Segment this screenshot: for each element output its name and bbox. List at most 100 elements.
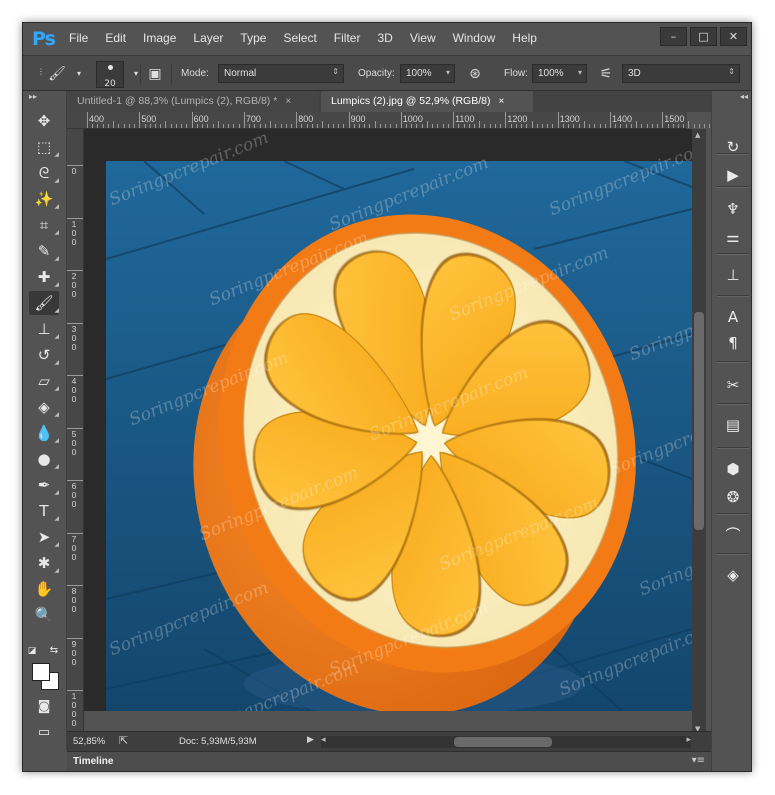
menu-select[interactable]: Select — [283, 31, 316, 45]
menu-window[interactable]: Window — [453, 31, 496, 45]
flow-dropdown-icon[interactable]: ▾ — [578, 68, 582, 77]
menu-view[interactable]: View — [410, 31, 436, 45]
menu-type[interactable]: Type — [240, 31, 266, 45]
divider — [171, 64, 172, 84]
ruler-tick — [67, 532, 83, 534]
lasso-tool-icon[interactable]: ᘓ ◢ — [29, 161, 59, 185]
quick-mask-icon[interactable]: ◙ — [29, 695, 59, 719]
blur-tool-icon[interactable]: 💧 ◢ — [29, 421, 59, 445]
healing-brush-tool-icon[interactable]: ✚ ◢ — [29, 265, 59, 289]
adjustments-panel-icon[interactable]: ⚌ — [721, 225, 745, 249]
document-canvas[interactable]: Soringpcrepair.com Soringpcrepair.com Sori… — [84, 129, 692, 711]
expand-panels-icon[interactable]: ◂◂ — [740, 92, 748, 101]
ruler-minor-tick — [500, 124, 502, 128]
paragraph-panel-icon[interactable]: ¶ — [721, 331, 745, 355]
horizontal-scrollbar[interactable]: ◂ ▸ — [321, 735, 691, 748]
channels-panel-icon[interactable]: ❂ — [721, 485, 745, 509]
actions-panel-icon[interactable]: ▶ — [721, 163, 745, 187]
menu-filter[interactable]: Filter — [334, 31, 361, 45]
tab-close-icon[interactable]: × — [498, 96, 504, 107]
menu-edit[interactable]: Edit — [105, 31, 126, 45]
menu-file[interactable]: File — [69, 31, 88, 45]
ruler-tick — [67, 585, 83, 586]
maximize-button[interactable]: □ — [690, 27, 717, 46]
foreground-color-swatch[interactable] — [32, 663, 50, 681]
paths-panel-icon[interactable]: ⌒ — [721, 523, 745, 547]
tab-close-icon[interactable]: × — [285, 96, 291, 107]
scroll-up-icon[interactable]: ▲ — [695, 131, 700, 139]
ruler-minor-tick — [698, 124, 700, 128]
crop-tool-icon[interactable]: ⌗ ◢ — [29, 213, 59, 237]
eraser-tool-icon[interactable]: ▱ ◢ — [29, 369, 59, 393]
tab-lumpics[interactable]: Lumpics (2).jpg @ 52,9% (RGB/8) × — [321, 91, 533, 112]
marquee-tool-icon[interactable]: ⬚ ◢ — [29, 135, 59, 159]
3d-panel-icon[interactable]: ⬢ — [721, 457, 745, 481]
ruler-label: 2 0 0 — [71, 271, 77, 299]
ruler-minor-tick — [374, 121, 376, 128]
vertical-ruler[interactable]: 0 1 0 0 2 0 0 3 0 0 4 0 0 5 0 0 6 0 0 7 0 0 8 0 … — [67, 129, 84, 735]
export-icon[interactable]: ⇱ — [119, 734, 128, 747]
vertical-scroll-thumb[interactable] — [694, 312, 704, 530]
brush-size-picker[interactable]: 20 — [96, 61, 124, 89]
menu-3d[interactable]: 3D — [377, 31, 392, 45]
ruler-tick — [557, 112, 559, 128]
brush-presets-panel-icon[interactable]: ♆ — [721, 197, 745, 221]
tools-presets-panel-icon[interactable]: ✂ — [721, 373, 745, 397]
paint-bucket-tool-icon[interactable]: ◈ ◢ — [29, 395, 59, 419]
horizontal-scroll-thumb[interactable] — [454, 737, 552, 747]
brush-panel-toggle-icon[interactable]: ▣ — [145, 64, 165, 84]
ruler-minor-tick — [270, 121, 272, 128]
zoom-tool-icon[interactable]: 🔍 — [29, 603, 59, 627]
scroll-left-icon[interactable]: ◂ — [321, 735, 326, 745]
workspace-select[interactable]: 3D ⇕ — [622, 64, 740, 83]
horizontal-ruler[interactable]: 400 500 600 700 800 900 1000 1100 1200 1300 1400 15… — [67, 112, 711, 129]
opacity-input[interactable]: 100% ▾ — [400, 64, 455, 83]
character-panel-icon[interactable]: A — [721, 305, 745, 329]
timeline-panel[interactable]: Timeline ▾≡ — [67, 751, 711, 771]
flow-input[interactable]: 100% ▾ — [532, 64, 587, 83]
ruler-minor-tick — [154, 124, 156, 128]
brush-tool-icon[interactable]: 🖌 ◢ — [29, 291, 59, 315]
mode-select[interactable]: Normal ⇕ — [218, 64, 344, 83]
type-tool-icon[interactable]: T ◢ — [29, 499, 59, 523]
timeline-label[interactable]: Timeline — [73, 756, 113, 767]
ruler-minor-tick — [118, 124, 120, 128]
default-colors-icon[interactable]: ◪ — [25, 639, 39, 663]
custom-shape-tool-icon[interactable]: ✱ ◢ — [29, 551, 59, 575]
vertical-scrollbar[interactable]: ▲ ▼ — [692, 129, 706, 735]
preset-dropdown-arrow-icon[interactable]: ▾ — [69, 64, 89, 84]
opacity-dropdown-icon[interactable]: ▾ — [446, 68, 450, 77]
path-selection-tool-icon[interactable]: ➤ ◢ — [29, 525, 59, 549]
pen-tool-icon[interactable]: ✒ ◢ — [29, 473, 59, 497]
brush-size-arrow-icon[interactable]: ▾ — [126, 64, 146, 84]
menu-image[interactable]: Image — [143, 31, 176, 45]
brush-preset-icon[interactable]: 🖌 — [47, 64, 67, 84]
clone-source-panel-icon[interactable]: ⊥ — [721, 263, 745, 287]
minimize-button[interactable]: – — [660, 27, 687, 46]
panel-menu-icon[interactable]: ▾≡ — [692, 755, 705, 766]
clone-stamp-tool-icon[interactable]: ⊥ ◢ — [29, 317, 59, 341]
pressure-opacity-icon[interactable]: ⊛ — [465, 64, 485, 84]
scroll-right-icon[interactable]: ▸ — [686, 735, 691, 745]
hand-tool-icon[interactable]: ✋ — [29, 577, 59, 601]
close-button[interactable]: ✕ — [720, 27, 747, 46]
zoom-level[interactable]: 52,85% — [73, 736, 105, 747]
history-panel-icon[interactable]: ↻ — [721, 135, 745, 159]
ruler-label: 1 0 0 — [71, 218, 77, 247]
ruler-minor-tick — [92, 124, 94, 128]
dodge-tool-icon[interactable]: ● ◢ — [29, 447, 59, 471]
status-menu-arrow-icon[interactable]: ▶ — [307, 735, 314, 745]
swap-colors-icon[interactable]: ⇆ — [47, 639, 61, 663]
layers-panel-icon[interactable]: ◈ — [721, 563, 745, 587]
magic-wand-tool-icon[interactable]: ✨ ◢ — [29, 187, 59, 211]
collapse-tools-icon[interactable]: ▸▸ — [29, 92, 37, 101]
menu-help[interactable]: Help — [512, 31, 537, 45]
tab-untitled[interactable]: Untitled-1 @ 88,3% (Lumpics (2), RGB/8) … — [67, 91, 319, 112]
eyedropper-tool-icon[interactable]: ✎ ◢ — [29, 239, 59, 263]
menu-layer[interactable]: Layer — [193, 31, 223, 45]
history-brush-tool-icon[interactable]: ↺ ◢ — [29, 343, 59, 367]
move-tool-icon[interactable]: ✥ — [29, 109, 59, 133]
airbrush-icon[interactable]: ⚟ — [596, 64, 616, 84]
screen-mode-icon[interactable]: ▭ — [29, 721, 59, 745]
properties-panel-icon[interactable]: ▤ — [721, 413, 745, 437]
